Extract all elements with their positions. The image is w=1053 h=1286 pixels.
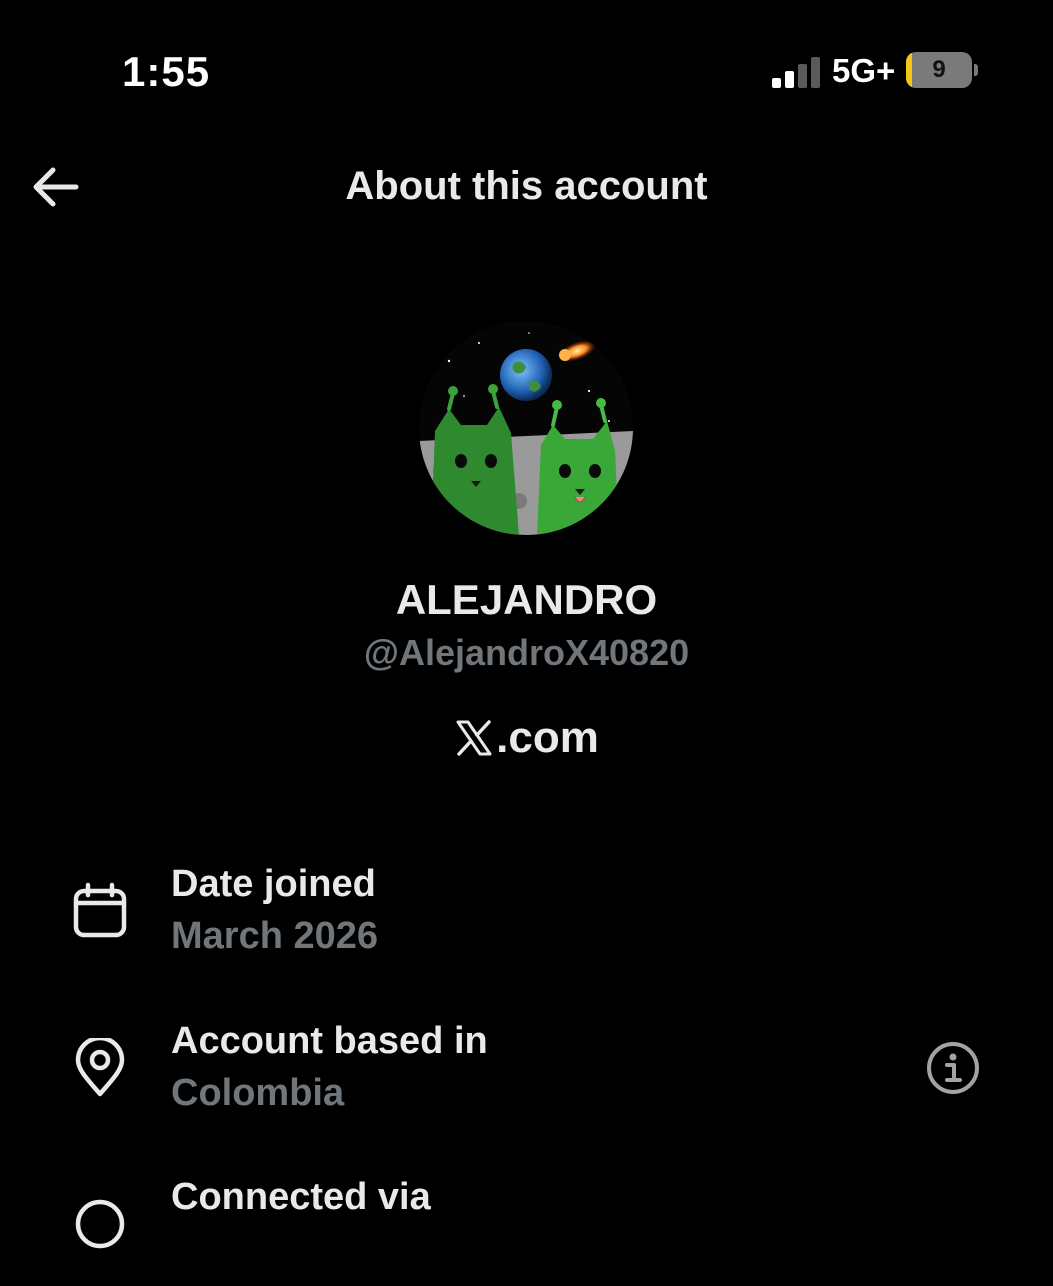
calendar-icon — [73, 882, 127, 938]
status-time: 1:55 — [122, 48, 211, 95]
site-link[interactable]: .com — [0, 712, 1053, 764]
info-icon[interactable] — [925, 1040, 981, 1096]
cellular-signal-icon — [772, 57, 820, 88]
location-pin-icon — [75, 1038, 125, 1097]
header: About this account — [0, 150, 1053, 230]
detail-value: March 2026 — [171, 915, 379, 957]
detail-row-connected-via: Connected via — [0, 1176, 1053, 1286]
link-icon — [75, 1199, 125, 1249]
detail-row-date-joined: Date joined March 2026 — [0, 863, 1053, 973]
detail-label: Account based in — [171, 1020, 488, 1062]
status-bar: 1:55 5G+ 9 — [0, 0, 1053, 140]
detail-value: Colombia — [171, 1072, 345, 1114]
avatar[interactable] — [419, 321, 633, 535]
battery-level: 9 — [932, 56, 946, 83]
x-logo-icon — [456, 720, 492, 756]
handle[interactable]: @AlejandroX40820 — [0, 632, 1053, 674]
network-type: 5G+ — [832, 52, 896, 89]
page-title: About this account — [345, 164, 708, 208]
detail-label: Date joined — [171, 863, 376, 905]
detail-label: Connected via — [171, 1176, 431, 1218]
site-domain: .com — [496, 713, 599, 762]
detail-row-account-based-in: Account based in Colombia — [0, 1020, 1053, 1130]
display-name: ALEJANDRO — [395, 576, 658, 623]
battery-icon: 9 — [906, 52, 978, 88]
